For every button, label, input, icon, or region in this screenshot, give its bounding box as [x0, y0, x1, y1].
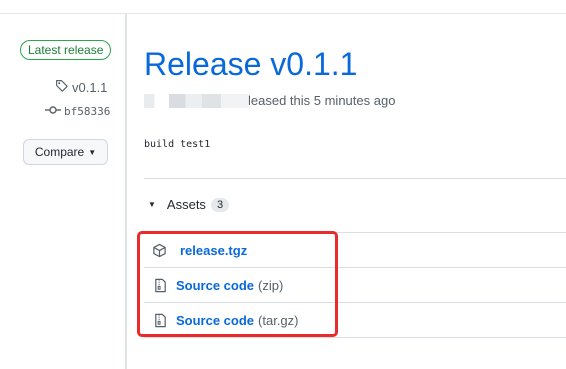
release-notes: build test1 [144, 139, 211, 150]
commit-link[interactable]: bf58336 [45, 104, 110, 119]
tag-label: v0.1.1 [72, 79, 108, 95]
release-author-line: leased this 5 minutes ago [144, 93, 395, 108]
assets-divider [144, 178, 566, 179]
asset-item[interactable]: release.tgz [144, 232, 566, 267]
asset-item[interactable]: Source code (zip) [144, 267, 566, 302]
asset-format: (zip) [258, 277, 284, 293]
assets-label: Assets [166, 197, 206, 212]
tag-link[interactable]: v0.1.1 [55, 79, 107, 95]
file-zip-icon [153, 278, 168, 293]
compare-button[interactable]: Compare ▼ [23, 139, 108, 165]
asset-item[interactable]: Source code (tar.gz) [144, 302, 566, 338]
release-title[interactable]: Release v0.1.1 [144, 42, 357, 86]
commit-sha: bf58336 [64, 105, 111, 118]
asset-list: release.tgz Source code (zip) Source cod… [144, 232, 566, 338]
commit-icon [45, 104, 64, 119]
file-zip-icon [153, 313, 168, 328]
assets-count-badge: 3 [210, 197, 230, 212]
asset-name[interactable]: release.tgz [180, 243, 247, 258]
tag-icon [55, 79, 72, 95]
triangle-down-icon: ▼ [148, 200, 156, 209]
package-icon [152, 243, 167, 258]
top-divider [0, 13, 566, 14]
compare-label: Compare [34, 145, 85, 159]
asset-format: (tar.gz) [258, 312, 299, 328]
released-time-text: leased this 5 minutes ago [248, 93, 396, 108]
timeline-line [125, 13, 127, 369]
asset-name[interactable]: Source code [176, 278, 254, 293]
redacted-author [144, 93, 248, 108]
asset-name[interactable]: Source code [176, 313, 254, 328]
caret-down-icon: ▼ [88, 147, 97, 157]
latest-release-badge: Latest release [20, 40, 112, 60]
assets-toggle[interactable]: ▼ Assets 3 [148, 197, 230, 212]
